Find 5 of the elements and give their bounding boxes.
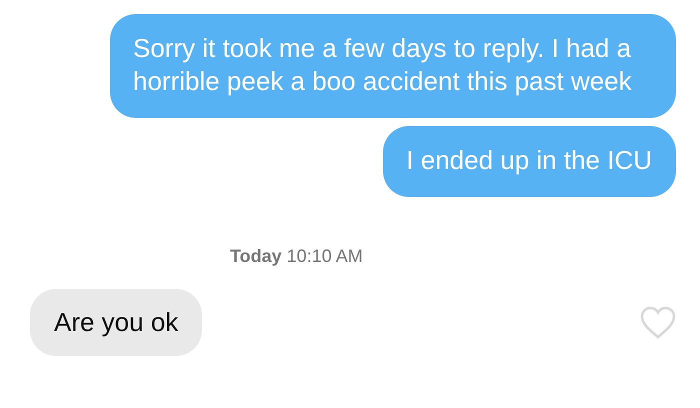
sent-message: I ended up in the ICU [383, 126, 676, 197]
timestamp: Today 10:10 AM [230, 245, 363, 268]
sent-message: Sorry it took me a few days to reply. I had a horrible peek a boo accident this past week [110, 14, 676, 118]
received-message: Are you ok [30, 289, 202, 356]
heart-icon[interactable] [640, 306, 676, 340]
